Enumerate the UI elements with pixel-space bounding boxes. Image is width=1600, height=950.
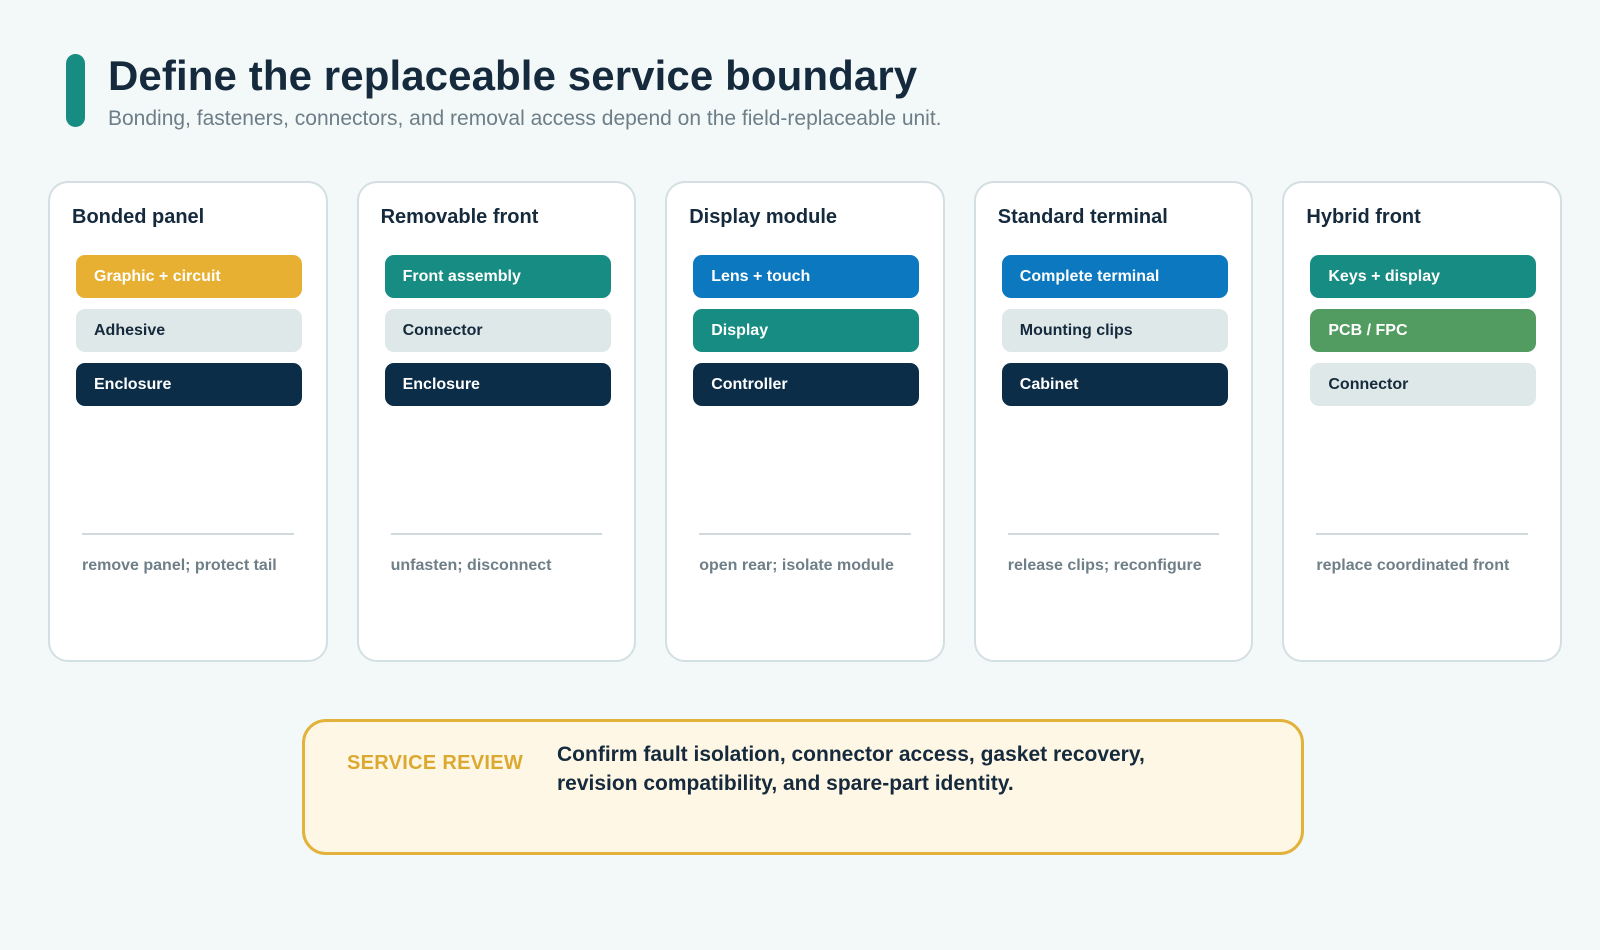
title-accent-bar: [66, 54, 85, 127]
layer-block: Keys + display: [1310, 255, 1537, 298]
card-title: Hybrid front: [1306, 206, 1421, 228]
page-header: Define the replaceable service boundary …: [66, 54, 942, 131]
card-divider: [1316, 533, 1528, 535]
card-divider: [82, 533, 294, 535]
service-review-label: SERVICE REVIEW: [347, 752, 524, 774]
card-note: unfasten; disconnect: [390, 557, 552, 574]
card-removable-front: Removable front Front assembly Connector…: [356, 181, 637, 662]
service-review-text: Confirm fault isolation, connector acces…: [557, 743, 1145, 795]
boundary-cards: Bonded panel Graphic + circuit Adhesive …: [48, 181, 1562, 662]
card-display-module: Display module Lens + touch Display Cont…: [665, 181, 945, 662]
layer-block: Connector: [384, 309, 611, 352]
layer-block: Lens + touch: [693, 255, 920, 298]
page-subtitle: Bonding, fasteners, connectors, and remo…: [108, 107, 942, 130]
layer-block: Connector: [1310, 363, 1537, 406]
layer-block: Complete terminal: [1001, 255, 1228, 298]
header-text: Define the replaceable service boundary …: [108, 54, 942, 131]
card-note: replace coordinated front: [1316, 557, 1510, 574]
card-divider: [390, 533, 603, 535]
card-bonded-panel: Bonded panel Graphic + circuit Adhesive …: [48, 181, 328, 662]
card-hybrid-front: Hybrid front Keys + display PCB / FPC Co…: [1282, 181, 1562, 662]
card-note: open rear; isolate module: [699, 557, 894, 574]
card-standard-terminal: Standard terminal Complete terminal Moun…: [973, 181, 1254, 662]
layer-block: PCB / FPC: [1310, 309, 1537, 352]
card-title: Standard terminal: [997, 206, 1168, 228]
page-title: Define the replaceable service boundary: [108, 52, 918, 99]
layer-block: Adhesive: [76, 309, 302, 352]
card-title: Display module: [689, 206, 837, 228]
layer-block: Front assembly: [384, 255, 611, 298]
layer-block: Graphic + circuit: [76, 255, 302, 298]
card-divider: [699, 533, 911, 535]
card-title: Bonded panel: [72, 206, 205, 228]
card-note: remove panel; protect tail: [82, 557, 277, 574]
layer-block: Display: [693, 309, 920, 352]
layer-block: Enclosure: [384, 363, 611, 406]
card-note: release clips; reconfigure: [1007, 557, 1202, 574]
layer-block: Enclosure: [76, 363, 302, 406]
card-title: Removable front: [380, 206, 539, 228]
layer-block: Cabinet: [1001, 363, 1228, 406]
service-review-callout: SERVICE REVIEW Confirm fault isolation, …: [302, 719, 1304, 855]
layer-block: Controller: [693, 363, 920, 406]
layer-block: Mounting clips: [1001, 309, 1228, 352]
card-divider: [1007, 533, 1220, 535]
